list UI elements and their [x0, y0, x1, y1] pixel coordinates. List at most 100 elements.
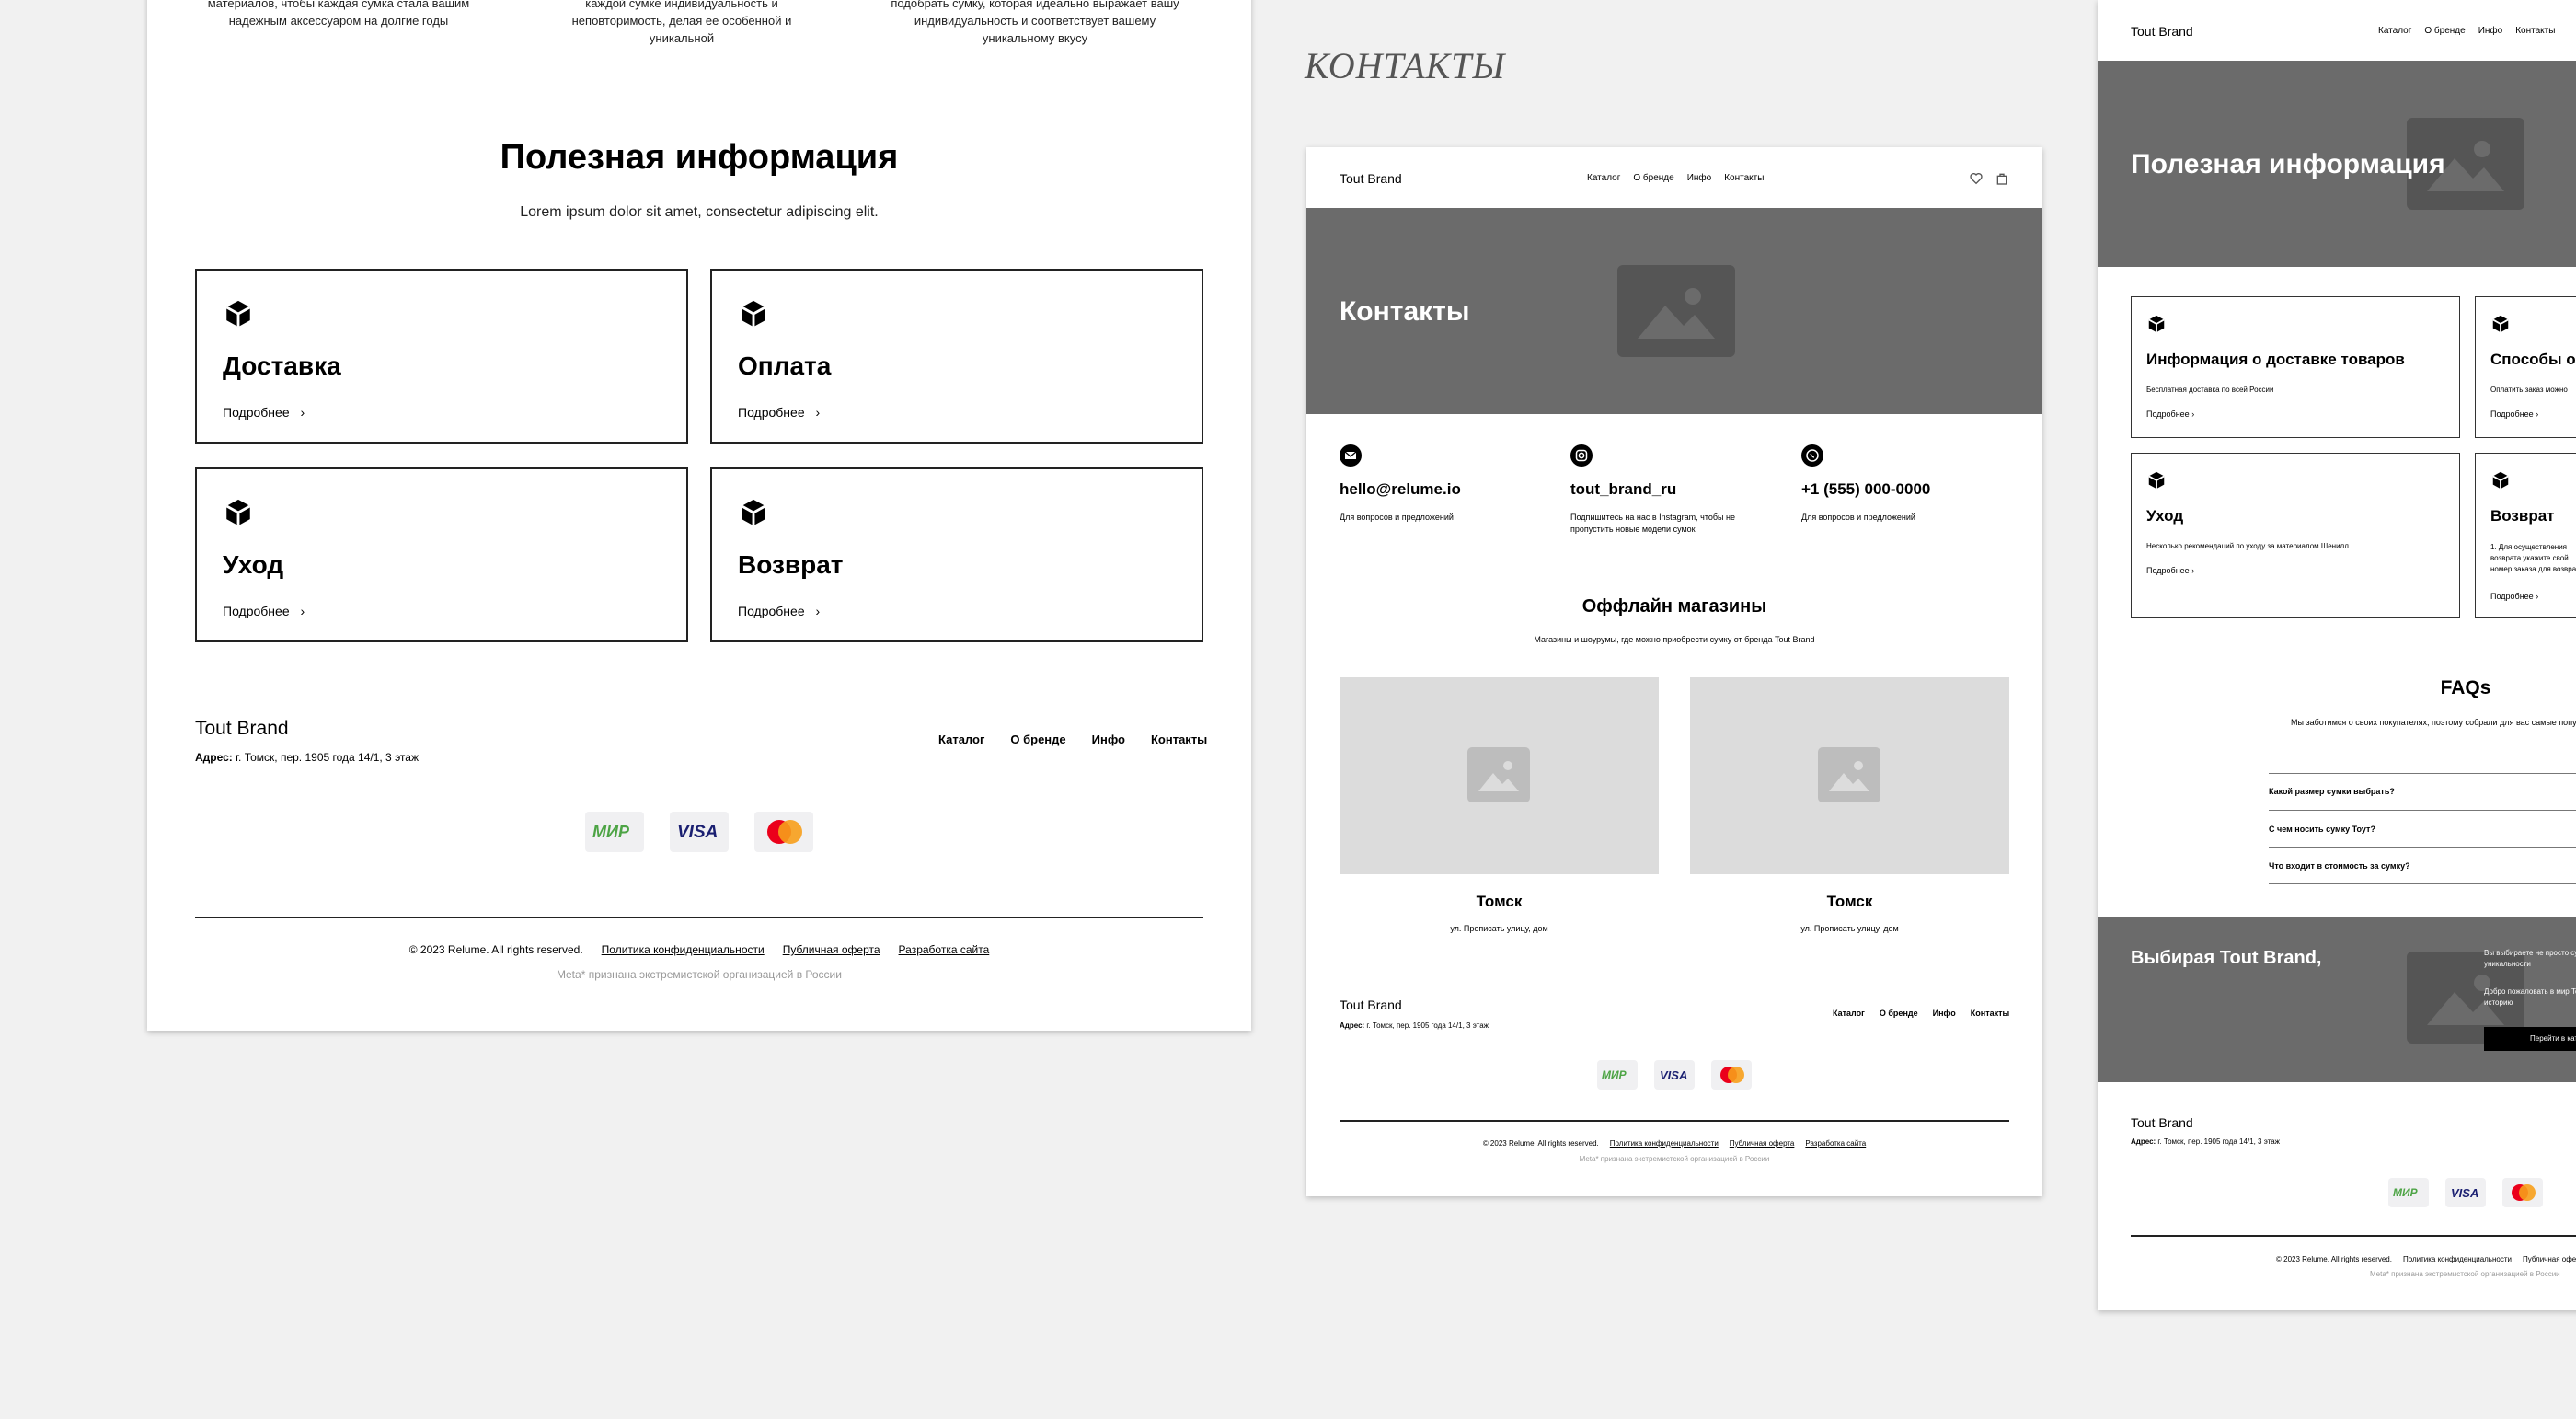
footer-brand[interactable]: Tout Brand	[1340, 998, 1402, 1012]
card-link[interactable]: Подробнее ›	[738, 604, 820, 618]
card-link-label: Подробнее	[2146, 566, 2190, 575]
chevron-right-icon: ›	[2536, 410, 2539, 419]
header-nav: Каталог О бренде Инфо Контакты	[2378, 26, 2555, 36]
mir-logo: МИР	[2388, 1178, 2429, 1207]
store-image	[1690, 677, 2009, 874]
stores-title: Оффлайн магазины	[1581, 596, 1767, 617]
visa-logo: VISA	[1654, 1060, 1695, 1090]
nav-about[interactable]: О бренде	[1880, 1009, 1918, 1018]
card-link[interactable]: Подробнее ›	[2490, 410, 2538, 419]
nav-catalog[interactable]: Каталог	[1587, 173, 1620, 183]
heart-icon[interactable]	[1969, 171, 1984, 186]
card-return[interactable]: Возврат Подробнее ›	[710, 467, 1203, 642]
footer-address: Адрес: г. Томск, пер. 1905 года 14/1, 3 …	[195, 751, 419, 764]
bag-icon[interactable]	[1995, 171, 2009, 186]
privacy-link[interactable]: Политика конфиденциальности	[2403, 1255, 2512, 1263]
card-link[interactable]: Подробнее ›	[2146, 566, 2194, 575]
card-link-label: Подробнее	[2146, 410, 2190, 419]
cube-icon	[2148, 315, 2165, 333]
store-city: Томск	[1826, 893, 1873, 910]
contact-instagram[interactable]: tout_brand_ru	[1570, 480, 1676, 499]
card-title: Уход	[2146, 507, 2184, 525]
faq-item[interactable]: С чем носить сумку Тоут?	[2269, 825, 2375, 834]
nav-about[interactable]: О бренде	[2424, 26, 2465, 36]
contact-phone-desc: Для вопросов и предложений	[1801, 513, 1915, 522]
faq-item[interactable]: Какой размер сумки выбрать?	[2269, 787, 2395, 796]
card-title: Уход	[223, 550, 284, 579]
copyright: © 2023 Relume. All rights reserved.	[2276, 1255, 2392, 1263]
card-delivery[interactable]: Доставка Подробнее ›	[195, 269, 688, 444]
faq-title: FAQs	[2440, 677, 2491, 698]
privacy-link[interactable]: Политика конфиденциальности	[602, 943, 765, 956]
nav-info[interactable]: Инфо	[1933, 1009, 1956, 1018]
card-payment[interactable]: Способы оплаты Оплатить заказ можно Подр…	[2475, 296, 2576, 438]
card-care[interactable]: Уход Подробнее ›	[195, 467, 688, 642]
nav-catalog[interactable]: Каталог	[1833, 1009, 1865, 1018]
card-link[interactable]: Подробнее ›	[223, 604, 305, 618]
nav-about[interactable]: О бренде	[1010, 733, 1065, 746]
page-subtitle: Lorem ipsum dolor sit amet, consectetur …	[520, 204, 879, 220]
card-link[interactable]: Подробнее ›	[2490, 592, 2538, 601]
card-delivery[interactable]: Информация о доставке товаров Бесплатная…	[2131, 296, 2460, 438]
cube-icon	[225, 499, 251, 526]
chevron-right-icon: ›	[815, 604, 821, 618]
footer-address: Адрес: г. Томск, пер. 1905 года 14/1, 3 …	[1340, 1021, 1489, 1030]
nav-catalog[interactable]: Каталог	[938, 733, 984, 746]
card-link-label: Подробнее	[738, 405, 805, 420]
brand-logo[interactable]: Tout Brand	[2131, 24, 2193, 39]
store-address: ул. Прописать улицу, дом	[1450, 924, 1548, 933]
mir-logo: МИР	[1597, 1060, 1638, 1090]
privacy-link[interactable]: Политика конфиденциальности	[1610, 1139, 1719, 1148]
cube-icon	[2492, 315, 2509, 333]
cta-button[interactable]: Перейти в каталог	[2484, 1027, 2576, 1051]
section-label: КОНТАКТЫ	[1305, 45, 1506, 87]
nav-catalog[interactable]: Каталог	[2378, 26, 2411, 36]
mastercard-logo	[1711, 1060, 1752, 1090]
nav-info[interactable]: Инфо	[1687, 173, 1712, 183]
cta-button-label: Перейти в каталог	[2530, 1034, 2576, 1043]
offer-link[interactable]: Публичная оферта	[2523, 1255, 2576, 1263]
contact-phone[interactable]: +1 (555) 000-0000	[1801, 480, 1930, 499]
card-title: Информация о доставке товаров	[2146, 351, 2405, 368]
card-link-label: Подробнее	[223, 604, 290, 618]
card-title: Возврат	[2490, 507, 2555, 525]
faq-divider	[2269, 883, 2576, 884]
offer-link[interactable]: Публичная оферта	[783, 943, 880, 956]
nav-contacts[interactable]: Контакты	[1724, 173, 1764, 183]
card-link[interactable]: Подробнее ›	[2146, 410, 2194, 419]
card-return[interactable]: Возврат 1. Для осуществления возврата ук…	[2475, 453, 2576, 618]
card-payment[interactable]: Оплата Подробнее ›	[710, 269, 1203, 444]
chevron-right-icon: ›	[2536, 592, 2539, 601]
meta-note: Meta* признана экстремистской организаци…	[1579, 1155, 1770, 1163]
contact-email[interactable]: hello@relume.io	[1340, 480, 1461, 499]
nav-contacts[interactable]: Контакты	[2515, 26, 2555, 36]
chevron-right-icon: ›	[2191, 410, 2195, 419]
card-link[interactable]: Подробнее ›	[738, 405, 820, 420]
nav-contacts[interactable]: Контакты	[1971, 1009, 2009, 1018]
meta-note: Meta* признана экстремистской организаци…	[2370, 1270, 2560, 1278]
cube-icon	[2148, 471, 2165, 490]
nav-contacts[interactable]: Контакты	[1151, 733, 1207, 746]
top-text-1: материалов, чтобы каждая сумка стала ваш…	[207, 0, 470, 28]
offer-link[interactable]: Публичная оферта	[1730, 1139, 1795, 1148]
footer-brand[interactable]: Tout Brand	[2131, 1115, 2193, 1130]
hero-title: Полезная информация	[2131, 149, 2445, 179]
card-care[interactable]: Уход Несколько рекомендаций по уходу за …	[2131, 453, 2460, 618]
dev-link[interactable]: Разработка сайта	[1805, 1139, 1866, 1148]
faq-divider	[2269, 810, 2576, 811]
card-link[interactable]: Подробнее ›	[223, 405, 305, 420]
contact-instagram-desc: Подпишитесь на нас в Instagram, чтобы не…	[1570, 513, 1735, 534]
footer-brand[interactable]: Tout Brand	[195, 718, 289, 740]
footer-bottom: © 2023 Relume. All rights reserved. Поли…	[2276, 1255, 2576, 1263]
nav-info[interactable]: Инфо	[2478, 26, 2503, 36]
dev-link[interactable]: Разработка сайта	[899, 943, 990, 956]
footer-bottom: © 2023 Relume. All rights reserved. Поли…	[147, 943, 1251, 956]
faq-item[interactable]: Что входит в стоимость за сумку?	[2269, 861, 2410, 871]
brand-logo[interactable]: Tout Brand	[1340, 171, 1402, 186]
mir-logo: МИР	[585, 812, 644, 852]
footer-bottom: © 2023 Relume. All rights reserved. Поли…	[1306, 1139, 2042, 1148]
nav-info[interactable]: Инфо	[1092, 733, 1125, 746]
header-nav: Каталог О бренде Инфо Контакты	[1587, 173, 1764, 183]
cube-icon	[225, 300, 251, 328]
nav-about[interactable]: О бренде	[1633, 173, 1673, 183]
